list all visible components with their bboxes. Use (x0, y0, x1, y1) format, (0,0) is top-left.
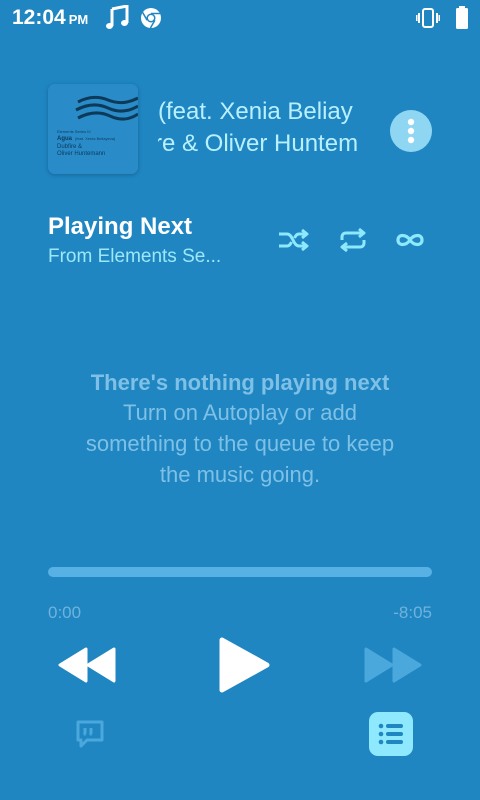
album-art-featuring: (feat. Xenia Beliayeva) (75, 136, 116, 141)
fast-forward-icon[interactable] (362, 646, 424, 684)
track-info[interactable]: (feat. Xenia Beliay re & Oliver Huntem (158, 96, 364, 162)
album-art-title: Agua (feat. Xenia Beliayeva) (57, 136, 115, 142)
queue-list-icon (378, 723, 403, 745)
infinity-icon[interactable] (393, 226, 427, 254)
album-art-title-text: Agua (57, 136, 72, 142)
album-art[interactable]: Elements Series III Agua (feat. Xenia Bel… (48, 84, 138, 174)
empty-state: There's nothing playing next Turn on Aut… (40, 368, 440, 490)
empty-state-title: There's nothing playing next (90, 370, 390, 395)
vibrate-icon (416, 8, 440, 28)
album-art-artist-line2: Oliver Huntemann (57, 151, 106, 157)
status-bar: 12:04 PM (0, 0, 480, 36)
status-time-ampm: PM (68, 12, 89, 27)
time-elapsed: 0:00 (48, 603, 82, 622)
album-art-series: Elements Series III (57, 129, 91, 134)
progress-slider[interactable] (48, 567, 432, 577)
queue-button[interactable] (369, 712, 413, 756)
shuffle-icon[interactable] (277, 226, 311, 254)
track-title: (feat. Xenia Beliay (158, 98, 353, 125)
track-artist: re & Oliver Huntem (158, 130, 359, 157)
play-icon[interactable] (216, 636, 272, 694)
more-options-button[interactable] (390, 110, 432, 152)
chrome-icon (141, 8, 161, 29)
more-vert-icon (407, 118, 415, 144)
album-art-artist-line1: Dubfire & (57, 144, 83, 150)
time-remaining: -8:05 (393, 603, 432, 622)
status-time-value: 12:04 (12, 6, 66, 29)
battery-icon (456, 6, 468, 29)
empty-state-message-line2: something to the queue to keep (85, 431, 395, 456)
empty-state-message-line3: the music going. (159, 462, 321, 487)
playing-next-source: From Elements Se... (48, 246, 222, 267)
empty-state-message-line1: Turn on Autoplay or add (122, 400, 357, 425)
lyrics-icon[interactable] (74, 718, 106, 750)
playing-next-title: Playing Next (48, 213, 193, 240)
rewind-icon[interactable] (56, 646, 118, 684)
repeat-icon[interactable] (336, 226, 370, 254)
music-note-icon (106, 5, 129, 29)
status-time: 12:04 PM (12, 6, 88, 30)
